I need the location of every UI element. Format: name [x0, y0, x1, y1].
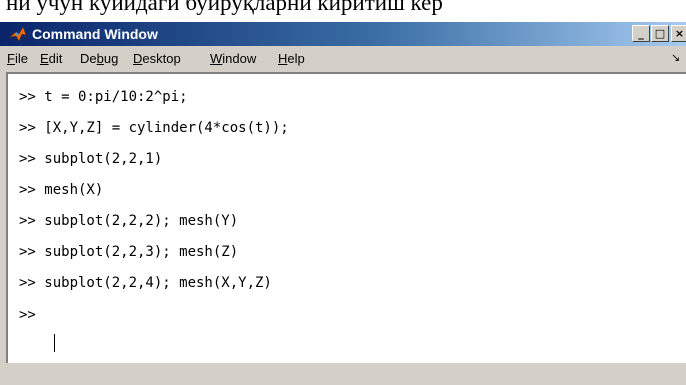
menu-debug[interactable]: Debug — [80, 51, 118, 67]
menu-edit[interactable]: Edit — [40, 51, 62, 67]
command-input-area[interactable]: >> t = 0:pi/10:2^pi; >> [X,Y,Z] = cylind… — [6, 72, 686, 363]
command-line: >> subplot(2,2,2); mesh(Y) — [19, 213, 239, 229]
minimize-button[interactable]: _ — [632, 25, 650, 42]
command-line: >> subplot(2,2,1) — [19, 151, 163, 167]
text-cursor — [54, 334, 55, 352]
matlab-logo-icon — [8, 26, 27, 42]
maximize-icon: □ — [654, 27, 666, 40]
command-line: >> [X,Y,Z] = cylinder(4*cos(t)); — [19, 120, 289, 136]
command-line: >> mesh(X) — [19, 182, 104, 198]
undock-arrow-icon[interactable]: ↘ — [671, 51, 680, 64]
close-icon: × — [674, 27, 685, 40]
menu-window[interactable]: Window — [210, 51, 256, 67]
menu-desktop[interactable]: Desktop — [133, 51, 181, 67]
window-title: Command Window — [32, 26, 158, 42]
menu-help[interactable]: Help — [278, 51, 305, 67]
title-bar[interactable]: Command Window _ □ × — [0, 22, 686, 46]
close-button[interactable]: × — [671, 25, 686, 42]
menu-file[interactable]: File — [7, 51, 28, 67]
maximize-button[interactable]: □ — [651, 25, 669, 42]
minimize-icon: _ — [638, 27, 644, 40]
command-line: >> subplot(2,2,4); mesh(X,Y,Z) — [19, 275, 272, 291]
command-line: >> t = 0:pi/10:2^pi; — [19, 89, 188, 105]
document-text-strip: ни учун куйидаги буйруқларни киритиш кер — [0, 0, 686, 22]
menu-bar: File Edit Debug Desktop Window Help ↘ — [0, 48, 686, 70]
command-prompt: >> — [19, 307, 45, 323]
command-line: >> subplot(2,2,3); mesh(Z) — [19, 244, 239, 260]
document-cutoff-text: ни учун куйидаги буйруқларни киритиш кер — [6, 0, 443, 15]
